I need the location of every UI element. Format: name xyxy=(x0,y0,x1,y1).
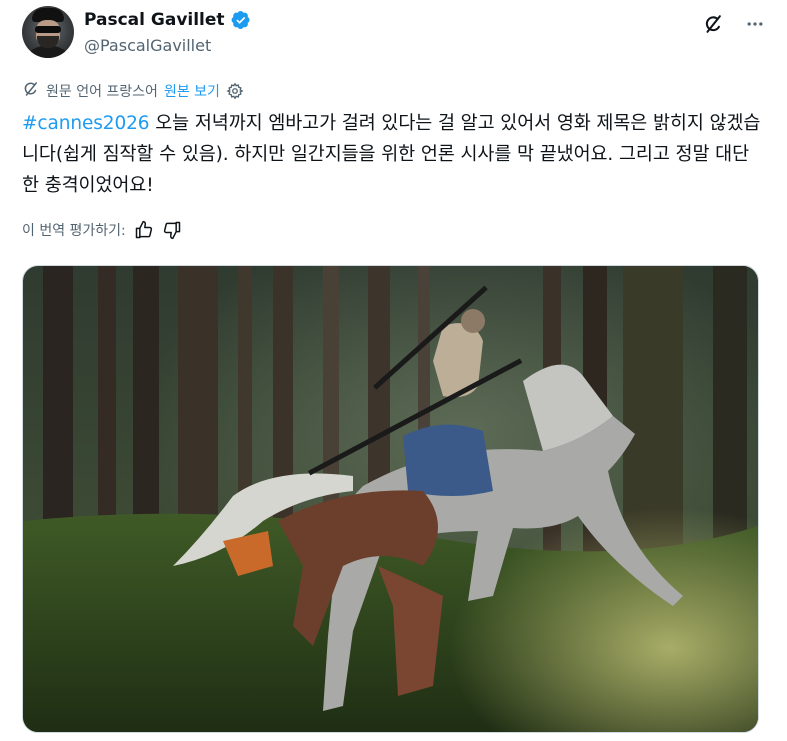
tweet-text: #cannes2026 오늘 저녁까지 엠바고가 걸려 있다는 걸 알고 있어서… xyxy=(22,108,762,201)
author-name-row: Pascal Gavillet xyxy=(84,10,251,30)
header-actions xyxy=(699,10,769,38)
author-handle[interactable]: @PascalGavillet xyxy=(84,36,211,55)
forest-horse-rider-illustration xyxy=(23,266,758,732)
tweet-header: Pascal Gavillet @PascalGavillet xyxy=(22,6,769,62)
translation-info: 원문 언어 프랑스어 원본 보기 xyxy=(22,80,244,102)
rate-translation: 이 번역 평가하기: xyxy=(22,220,182,240)
thumbs-down-icon[interactable] xyxy=(162,220,182,240)
thumbs-up-icon[interactable] xyxy=(134,220,154,240)
show-original-link[interactable]: 원본 보기 xyxy=(164,81,220,101)
author-avatar[interactable] xyxy=(22,6,74,58)
tweet-media-image[interactable] xyxy=(22,265,759,733)
grok-icon[interactable] xyxy=(699,10,727,38)
author-display-name[interactable]: Pascal Gavillet xyxy=(84,10,225,30)
gear-icon[interactable] xyxy=(226,82,244,100)
translate-icon xyxy=(22,80,40,102)
verified-badge-icon[interactable] xyxy=(231,10,251,30)
hashtag-link[interactable]: #cannes2026 xyxy=(22,113,150,134)
more-icon[interactable] xyxy=(741,10,769,38)
rate-translation-label: 이 번역 평가하기: xyxy=(22,223,126,239)
translation-source-label: 원문 언어 프랑스어 xyxy=(46,84,158,100)
